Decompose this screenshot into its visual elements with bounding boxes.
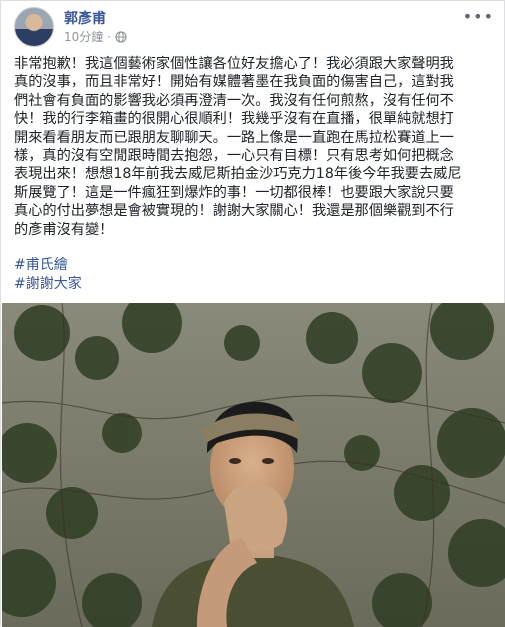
post-photo[interactable] <box>2 303 505 627</box>
hashtag-link[interactable]: #謝謝大家 <box>14 275 82 294</box>
hashtags: #甫氏繪 #謝謝大家 <box>14 256 82 294</box>
post-text-line: 真心的付出夢想是會被實現的！謝謝大家關心！我還是那個樂觀到不行 <box>14 203 454 220</box>
post-text-line: 斯展覽了！這是一件瘋狂到爆炸的事！一切都很棒！也要跟大家說只要 <box>14 184 454 201</box>
dot-separator: · <box>107 29 112 44</box>
post-meta: 10分鐘 · <box>64 28 127 45</box>
post-card: 郭彥甫 10分鐘 · ••• 非常抱歉！我這個藝術家個性讓各位好友擔心了！我必須… <box>0 0 505 627</box>
post-text-line: 的彥甫沒有變！ <box>14 221 114 238</box>
post-text-line: 快！我的行李箱畫的很開心很順利！我幾乎沒有在直播，很單純就想打 <box>14 111 454 128</box>
hashtag-link[interactable]: #甫氏繪 <box>14 256 82 275</box>
globe-icon[interactable] <box>115 30 127 43</box>
post-text-line: 非常抱歉！我這個藝術家個性讓各位好友擔心了！我必須跟大家聲明我 <box>14 56 454 72</box>
photo-illustration <box>2 303 505 627</box>
post-text-line: 開來看看朋友而已跟朋友聊聊天。一路上像是一直跑在馬拉松賽道上一 <box>14 129 454 146</box>
ellipsis-icon[interactable]: ••• <box>463 7 494 26</box>
avatar[interactable] <box>14 7 54 47</box>
timestamp[interactable]: 10分鐘 <box>64 28 103 45</box>
post-text-line: 樣，真的沒有空閒跟時間去抱怨，一心只有目標！只有思考如何把概念 <box>14 148 454 165</box>
post-header: 郭彥甫 10分鐘 · ••• <box>14 7 494 47</box>
post-text-line: 們社會有負面的影響我必須再澄清一次。我沒有任何煎熬，沒有任何不 <box>14 92 454 109</box>
post-text: 非常抱歉！我這個藝術家個性讓各位好友擔心了！我必須跟大家聲明我 真的沒事，而且非… <box>14 55 494 239</box>
post-text-line: 表現出來！想想18年前我去威尼斯拍金沙巧克力18年後今年我要去威尼 <box>14 166 462 183</box>
author-name[interactable]: 郭彥甫 <box>64 8 106 28</box>
post-text-line: 真的沒事，而且非常好！開始有媒體著墨在我負面的傷害自己，這對我 <box>14 74 454 91</box>
